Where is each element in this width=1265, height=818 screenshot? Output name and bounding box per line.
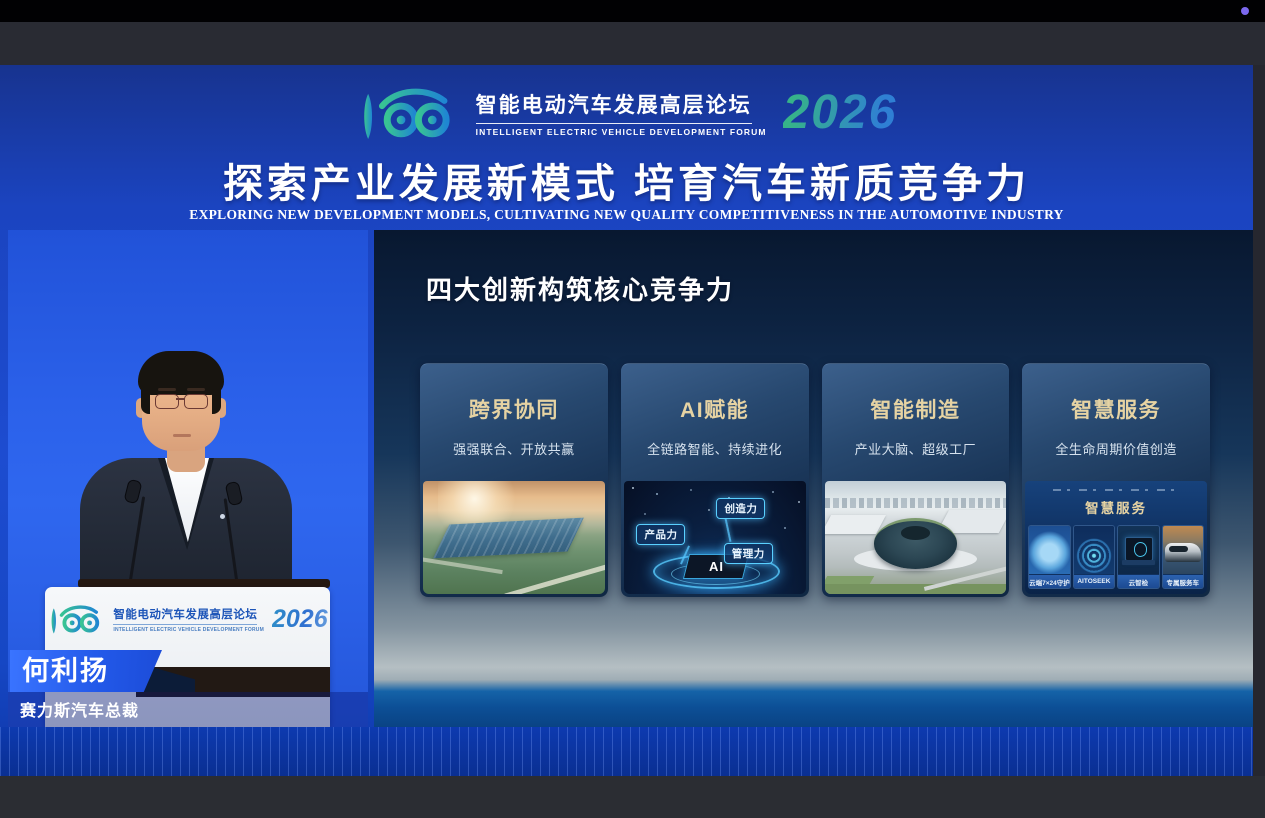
card-subtitle: 全链路智能、持续进化	[647, 442, 783, 457]
forum-year-badge: 2026	[782, 86, 898, 139]
stage-main-title: 探索产业发展新模式 培育汽车新质竞争力	[222, 162, 1031, 206]
service-item: 云智检	[1117, 525, 1160, 589]
card-title: AI赋能	[680, 399, 750, 422]
card-smart-manufacturing: 智能制造 产业大脑、超级工厂	[821, 363, 1010, 597]
ai-platform-image: AI 产品力 创造力 管理力	[623, 481, 806, 594]
speaker-hair	[212, 380, 221, 414]
card-title: 智能制造	[870, 399, 961, 422]
stage-subtitle-en: EXPLORING NEW DEVELOPMENT MODELS, CULTIV…	[189, 207, 1064, 222]
speaker-eyebrow	[158, 388, 176, 391]
smart-service-image: 智慧服务 云端7×24守护 AITOSEEK 云智检 专属服务车	[1025, 481, 1207, 594]
competitiveness-cards: 跨界协同 强强联合、开放共赢 AI赋能 全链路智能、持续进化 AI 产品力 创造…	[420, 363, 1210, 597]
factory-shed	[824, 514, 886, 535]
ai-label-product: 产品力	[636, 523, 686, 545]
ai-core-label: AI	[708, 559, 724, 575]
speaker-eyebrow	[187, 388, 205, 391]
connector-line	[724, 518, 732, 543]
service-item: 专属服务车	[1161, 525, 1204, 589]
recording-dot-icon	[1241, 7, 1249, 15]
aitoseek-signal-icon	[1073, 526, 1115, 574]
speaker-video-panel: 智能电动汽车发展高层论坛 INTELLIGENT ELECTRIC VEHICL…	[8, 230, 368, 727]
service-item-label: 云端7×24守护	[1029, 575, 1070, 588]
forum-name-en: INTELLIGENT ELECTRIC VEHICLE DEVELOPMENT…	[475, 127, 767, 137]
decor-dashes	[1052, 488, 1180, 491]
smart-factory-image	[824, 481, 1007, 594]
bottom-gray-bar	[0, 776, 1265, 818]
ai-label-creation: 创造力	[716, 497, 766, 519]
cloud-inspection-icon	[1118, 526, 1159, 574]
service-item-label: 专属服务车	[1162, 575, 1203, 588]
service-item-label: 云智检	[1118, 575, 1159, 588]
logo-100-icon	[363, 88, 450, 139]
card-smart-service: 智慧服务 全生命周期价值创造 智慧服务 云端7×24守护 AITOSEEK 云智…	[1022, 363, 1210, 597]
speaker-mouth	[173, 434, 191, 437]
factory-roof	[433, 517, 584, 558]
city-skyline	[824, 497, 1007, 508]
service-item: AITOSEEK	[1072, 525, 1116, 589]
speaker-hair	[141, 380, 150, 414]
speaker-name: 何利扬	[22, 656, 109, 686]
road	[504, 562, 605, 594]
green-field	[824, 583, 1007, 594]
lapel-pin	[220, 514, 225, 519]
service-item: 云端7×24守护	[1028, 525, 1071, 589]
podium-logo: 智能电动汽车发展高层论坛 INTELLIGENT ELECTRIC VEHICL…	[45, 587, 330, 635]
slide-title: 四大创新构筑核心竞争力	[426, 275, 735, 305]
card-cross-industry: 跨界协同 强强联合、开放共赢	[420, 363, 608, 597]
top-gray-bar	[0, 22, 1265, 65]
service-van-icon	[1162, 526, 1203, 574]
stage-floor	[0, 727, 1253, 776]
forum-logo: 智能电动汽车发展高层论坛 INTELLIGENT ELECTRIC VEHICL…	[0, 83, 1253, 143]
card-subtitle: 强强联合、开放共赢	[453, 442, 575, 457]
card-subtitle: 全生命周期价值创造	[1055, 442, 1177, 457]
service-panel-title: 智慧服务	[1085, 500, 1148, 516]
circular-building-hole	[900, 526, 930, 540]
cloud-guard-icon	[1029, 526, 1070, 574]
factory-sunset-image	[423, 481, 605, 594]
top-black-bar	[0, 0, 1265, 22]
card-ai-empowerment: AI赋能 全链路智能、持续进化 AI 产品力 创造力 管理力	[620, 363, 809, 597]
podium-forum-name-en: INTELLIGENT ELECTRIC VEHICLE DEVELOPMENT…	[113, 626, 264, 633]
card-title: 智慧服务	[1071, 399, 1162, 422]
forum-name-cn: 智能电动汽车发展高层论坛	[475, 89, 752, 124]
stars	[631, 487, 634, 489]
card-subtitle: 产业大脑、超级工厂	[854, 442, 977, 457]
presentation-slide: 四大创新构筑核心竞争力 跨界协同 强强联合、开放共赢 AI赋能 全链路智能、持续…	[374, 230, 1253, 727]
stream-video-frame: 智能电动汽车发展高层论坛 INTELLIGENT ELECTRIC VEHICL…	[0, 65, 1253, 776]
podium-year-badge: 2026	[271, 604, 328, 633]
green-field	[824, 575, 875, 584]
service-item-label: AITOSEEK	[1073, 575, 1115, 588]
card-title: 跨界协同	[468, 399, 559, 422]
speaker-job-title: 赛力斯汽车总裁	[20, 703, 140, 720]
glasses-icon	[155, 394, 208, 409]
service-items: 云端7×24守护 AITOSEEK 云智检 专属服务车	[1028, 525, 1204, 589]
logo-100-icon	[51, 605, 100, 634]
ai-label-management: 管理力	[723, 543, 773, 565]
podium-forum-name-cn: 智能电动汽车发展高层论坛	[113, 606, 258, 625]
road	[423, 555, 503, 574]
speaker-name-banner: 何利扬	[10, 650, 162, 692]
